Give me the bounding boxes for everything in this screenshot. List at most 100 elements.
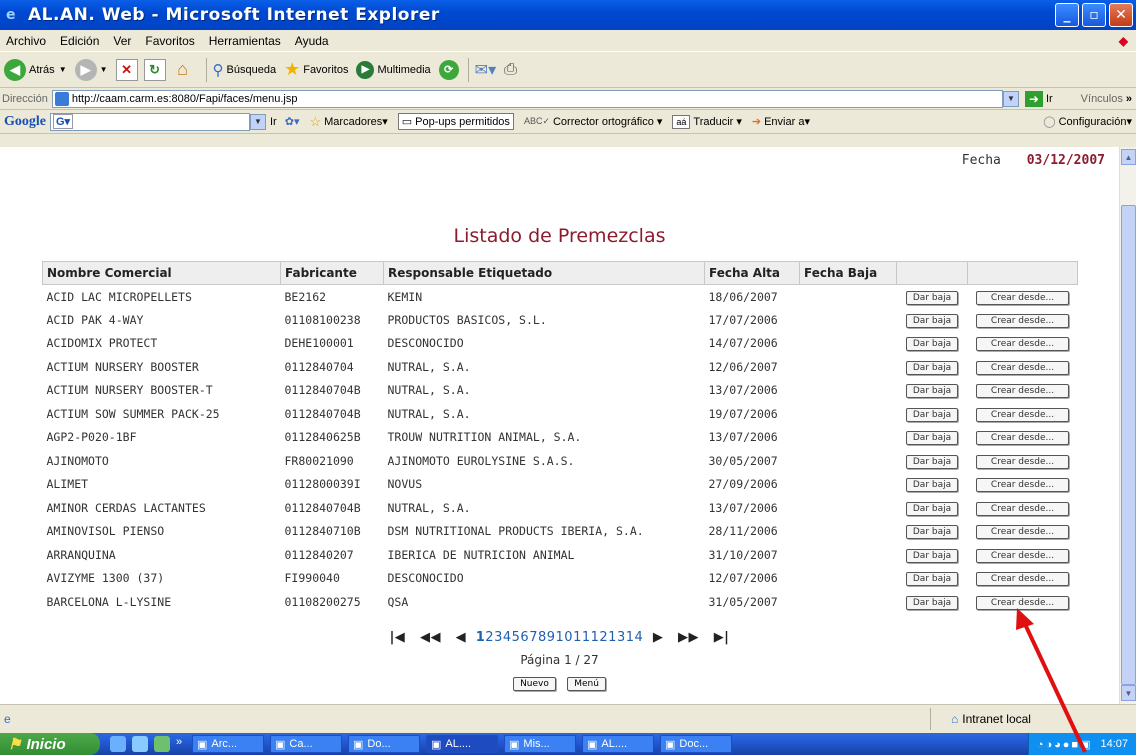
close-button[interactable]: ✕ xyxy=(1109,3,1133,27)
desktop-quicklaunch-icon[interactable] xyxy=(154,736,170,752)
address-dropdown-icon[interactable]: ▼ xyxy=(1002,90,1019,107)
next-page-icon[interactable]: ▶ xyxy=(653,630,664,645)
crear-desde-button[interactable]: Crear desde... xyxy=(975,478,1070,493)
first-page-icon[interactable]: |◀ xyxy=(390,630,406,645)
dar-baja-button[interactable]: Dar baja xyxy=(905,454,959,469)
prev-block-icon[interactable]: ◀◀ xyxy=(420,630,441,645)
dar-baja-button[interactable]: Dar baja xyxy=(905,595,959,610)
forward-button[interactable]: ▶ ▼ xyxy=(74,58,108,81)
menu-button[interactable]: Menú xyxy=(567,677,606,691)
page-link[interactable]: 10 xyxy=(556,630,574,645)
taskbar-item[interactable]: ▣ AL.... xyxy=(582,735,654,753)
next-block-icon[interactable]: ▶▶ xyxy=(678,630,699,645)
menu-ver[interactable]: Ver xyxy=(113,34,131,48)
crear-desde-button[interactable]: Crear desde... xyxy=(975,360,1070,375)
dar-baja-button[interactable]: Dar baja xyxy=(905,501,959,516)
bookmarks-button[interactable]: ☆ Marcadores ▾ xyxy=(309,114,387,130)
home-icon[interactable]: ⌂ xyxy=(172,59,194,81)
menu-herramientas[interactable]: Herramientas xyxy=(209,34,281,48)
last-page-icon[interactable]: ▶| xyxy=(714,630,730,645)
google-options-icon[interactable]: ✿▾ xyxy=(285,115,300,128)
crear-desde-button[interactable]: Crear desde... xyxy=(975,572,1070,587)
address-input[interactable]: http://caam.carm.es:8080/Fapi/faces/menu… xyxy=(51,89,1003,108)
spellcheck-button[interactable]: ABC✓ Corrector ortográfico ▾ xyxy=(524,115,662,129)
crear-desde-button[interactable]: Crear desde... xyxy=(975,454,1070,469)
send-button[interactable]: ➔ Enviar a ▾ xyxy=(752,115,810,129)
taskbar-item[interactable]: ▣ Do... xyxy=(348,735,420,753)
multimedia-button[interactable]: ▶ Multimedia xyxy=(356,60,431,79)
links-label[interactable]: Vínculos xyxy=(1081,93,1123,105)
more-quicklaunch-icon[interactable]: » xyxy=(176,736,186,752)
page-link[interactable]: 13 xyxy=(608,630,626,645)
crear-desde-button[interactable]: Crear desde... xyxy=(975,548,1070,563)
page-link[interactable]: 3 xyxy=(494,630,503,645)
scroll-thumb[interactable] xyxy=(1121,205,1136,685)
tray-icons[interactable]: ◔◑◕●■▣ xyxy=(1037,738,1093,751)
menu-edicion[interactable]: Edición xyxy=(60,34,99,48)
crear-desde-button[interactable]: Crear desde... xyxy=(975,337,1070,352)
menu-favoritos[interactable]: Favoritos xyxy=(145,34,194,48)
crear-desde-button[interactable]: Crear desde... xyxy=(975,290,1070,305)
refresh-icon[interactable]: ↻ xyxy=(143,58,166,81)
crear-desde-button[interactable]: Crear desde... xyxy=(975,595,1070,610)
page-link[interactable]: 6 xyxy=(520,630,529,645)
dar-baja-button[interactable]: Dar baja xyxy=(905,360,959,375)
scroll-up-icon[interactable]: ▲ xyxy=(1121,149,1136,165)
vertical-scrollbar[interactable]: ▲ ▼ xyxy=(1119,147,1136,704)
search-button[interactable]: ⚲ Búsqueda xyxy=(213,61,277,79)
page-link[interactable]: 7 xyxy=(529,630,538,645)
nuevo-button[interactable]: Nuevo xyxy=(513,677,556,691)
google-search-input[interactable]: G▾ xyxy=(50,112,250,131)
page-link[interactable]: 2 xyxy=(485,630,494,645)
dar-baja-button[interactable]: Dar baja xyxy=(905,548,959,563)
dar-baja-button[interactable]: Dar baja xyxy=(905,478,959,493)
page-link[interactable]: 1 xyxy=(476,630,486,645)
go-label[interactable]: Ir xyxy=(1046,93,1053,105)
page-link[interactable]: 8 xyxy=(538,630,547,645)
history-icon[interactable]: ⟳ xyxy=(438,59,459,80)
scroll-down-icon[interactable]: ▼ xyxy=(1121,685,1136,701)
taskbar-item[interactable]: ▣ Ca... xyxy=(270,735,342,753)
taskbar-item[interactable]: ▣ Mis... xyxy=(504,735,576,753)
taskbar-item[interactable]: ▣ Doc... xyxy=(660,735,732,753)
page-link[interactable]: 9 xyxy=(547,630,556,645)
settings-button[interactable]: ◯ Configuración ▾ xyxy=(1043,115,1132,129)
mail-icon[interactable]: ✉▾ xyxy=(475,60,496,80)
favorites-button[interactable]: ★ Favoritos xyxy=(284,59,348,80)
page-link[interactable]: 4 xyxy=(503,630,512,645)
crear-desde-button[interactable]: Crear desde... xyxy=(975,407,1070,422)
taskbar-item[interactable]: ▣ AL.... xyxy=(426,735,498,753)
dar-baja-button[interactable]: Dar baja xyxy=(905,313,959,328)
dar-baja-button[interactable]: Dar baja xyxy=(905,290,959,305)
prev-page-icon[interactable]: ◀ xyxy=(456,630,467,645)
outlook-quicklaunch-icon[interactable] xyxy=(132,736,148,752)
go-arrow-icon[interactable]: ➜ xyxy=(1024,90,1043,107)
dar-baja-button[interactable]: Dar baja xyxy=(905,407,959,422)
maximize-button[interactable]: ▫ xyxy=(1082,3,1106,27)
ie-quicklaunch-icon[interactable] xyxy=(110,736,126,752)
page-link[interactable]: 11 xyxy=(573,630,591,645)
crear-desde-button[interactable]: Crear desde... xyxy=(975,384,1070,399)
back-button[interactable]: ◀ Atrás ▼ xyxy=(4,58,67,81)
page-link[interactable]: 12 xyxy=(591,630,609,645)
dar-baja-button[interactable]: Dar baja xyxy=(905,431,959,446)
dar-baja-button[interactable]: Dar baja xyxy=(905,384,959,399)
print-icon[interactable]: ⎙ xyxy=(504,61,517,79)
dar-baja-button[interactable]: Dar baja xyxy=(905,572,959,587)
menu-archivo[interactable]: Archivo xyxy=(6,34,46,48)
menu-ayuda[interactable]: Ayuda xyxy=(295,34,329,48)
dar-baja-button[interactable]: Dar baja xyxy=(905,337,959,352)
start-button[interactable]: ⚑ Inicio xyxy=(0,733,100,755)
google-search-dropdown-icon[interactable]: ▼ xyxy=(250,113,266,130)
crear-desde-button[interactable]: Crear desde... xyxy=(975,313,1070,328)
dar-baja-button[interactable]: Dar baja xyxy=(905,525,959,540)
minimize-button[interactable]: _ xyxy=(1055,3,1079,27)
popups-button[interactable]: ▭ Pop-ups permitidos xyxy=(397,113,514,130)
page-link[interactable]: 14 xyxy=(626,630,644,645)
translate-button[interactable]: aá Traducir ▾ xyxy=(672,114,742,129)
crear-desde-button[interactable]: Crear desde... xyxy=(975,501,1070,516)
taskbar-item[interactable]: ▣ Arc... xyxy=(192,735,264,753)
crear-desde-button[interactable]: Crear desde... xyxy=(975,431,1070,446)
stop-icon[interactable]: ✕ xyxy=(115,58,138,81)
crear-desde-button[interactable]: Crear desde... xyxy=(975,525,1070,540)
